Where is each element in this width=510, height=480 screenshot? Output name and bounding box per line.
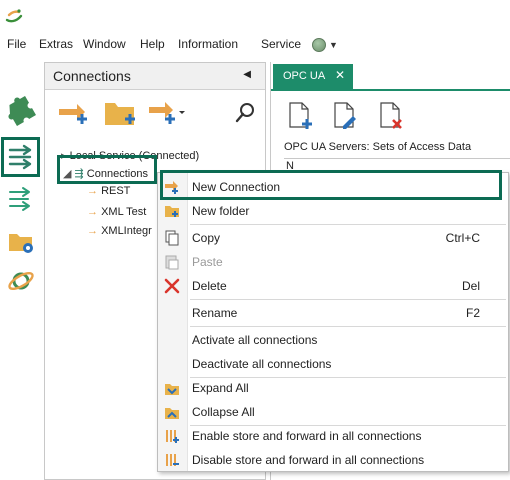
search-icon[interactable] bbox=[225, 97, 265, 129]
app-logo-icon bbox=[5, 9, 23, 23]
menu-separator bbox=[190, 326, 506, 327]
copy-icon bbox=[165, 230, 179, 246]
menu-file[interactable]: File bbox=[7, 37, 26, 51]
menu-service[interactable]: Service bbox=[261, 37, 301, 51]
menu-item-label: Copy bbox=[192, 231, 221, 245]
menu-item-rename[interactable]: Rename F2 bbox=[158, 301, 508, 325]
access-data-grid[interactable]: N bbox=[284, 158, 510, 172]
add-document-icon[interactable] bbox=[284, 100, 316, 132]
menu-item-activate-all[interactable]: Activate all connections bbox=[158, 328, 508, 352]
tree-group-label: Connections bbox=[86, 168, 148, 180]
menu-item-label: New folder bbox=[192, 204, 250, 218]
menu-item-shortcut: Ctrl+C bbox=[445, 231, 480, 245]
menu-item-label: Expand All bbox=[192, 381, 249, 395]
menu-item-new-connection[interactable]: New Connection bbox=[158, 175, 508, 199]
edit-document-icon[interactable] bbox=[329, 100, 361, 132]
tab-opc-ua[interactable]: OPC UA ✕ bbox=[273, 64, 353, 89]
new-folder-icon bbox=[165, 206, 179, 217]
delete-icon bbox=[164, 278, 180, 294]
service-dropdown-icon[interactable]: ▼ bbox=[329, 40, 338, 50]
routing-icon[interactable] bbox=[6, 184, 36, 214]
tree-item-label: REST bbox=[101, 185, 131, 197]
close-tab-icon[interactable]: ✕ bbox=[335, 68, 345, 82]
disable-store-forward-icon bbox=[166, 454, 179, 466]
menu-separator bbox=[190, 224, 506, 225]
menu-window[interactable]: Window bbox=[83, 37, 126, 51]
orbit-icon[interactable] bbox=[6, 266, 36, 296]
new-folder-icon[interactable] bbox=[101, 97, 141, 129]
menu-item-new-folder[interactable]: New folder bbox=[158, 199, 508, 223]
grid-header-cell: N bbox=[286, 160, 294, 172]
menu-information[interactable]: Information bbox=[178, 37, 238, 51]
new-connection-icon bbox=[165, 181, 178, 194]
menu-item-enable-store-forward[interactable]: Enable store and forward in all connecti… bbox=[158, 424, 508, 448]
tab-strip bbox=[271, 89, 510, 91]
menu-extras[interactable]: Extras bbox=[39, 37, 73, 51]
menu-item-label: Activate all connections bbox=[192, 333, 318, 347]
enable-store-forward-icon bbox=[166, 430, 179, 443]
menu-item-label: Disable store and forward in all connect… bbox=[192, 453, 425, 467]
tree-item-label: XMLIntegr bbox=[101, 225, 152, 237]
expand-all-icon bbox=[165, 384, 179, 395]
collapse-all-icon bbox=[165, 408, 179, 419]
menu-item-disable-store-forward[interactable]: Disable store and forward in all connect… bbox=[158, 448, 508, 472]
menu-item-delete[interactable]: Delete Del bbox=[158, 274, 508, 298]
tree-root-label: Local Service (Connected) bbox=[69, 150, 200, 162]
tree-item-xml-test[interactable]: → XML Test bbox=[87, 206, 146, 218]
context-menu: New Connection New folder Copy Ctrl+C Pa… bbox=[157, 172, 509, 472]
menu-item-copy[interactable]: Copy Ctrl+C bbox=[158, 226, 508, 250]
menu-item-expand-all[interactable]: Expand All bbox=[158, 376, 508, 400]
tab-label: OPC UA bbox=[283, 70, 326, 82]
new-connection-icon[interactable] bbox=[55, 97, 95, 129]
left-selected-highlight bbox=[1, 137, 40, 177]
paste-icon bbox=[165, 255, 179, 270]
tree-item-label: XML Test bbox=[101, 206, 147, 218]
tree-item-xml-integr[interactable]: → XMLIntegr bbox=[87, 225, 152, 237]
tree-item-rest[interactable]: → REST bbox=[87, 185, 130, 197]
service-status-indicator[interactable] bbox=[312, 38, 326, 52]
connections-panel-header: Connections ◀ bbox=[45, 63, 265, 90]
add-dropdown-icon[interactable] bbox=[147, 97, 187, 129]
menu-bar: File Extras Window Help Information Serv… bbox=[0, 32, 510, 58]
menu-item-shortcut: Del bbox=[461, 279, 480, 293]
menu-separator bbox=[190, 299, 506, 300]
menu-item-paste[interactable]: Paste bbox=[158, 250, 508, 274]
menu-item-label: New Connection bbox=[192, 180, 281, 194]
panel-title: Connections bbox=[53, 68, 131, 84]
left-sidebar bbox=[0, 58, 44, 480]
menu-item-collapse-all[interactable]: Collapse All bbox=[158, 400, 508, 424]
delete-document-icon[interactable] bbox=[375, 100, 407, 132]
menu-item-label: Enable store and forward in all connecti… bbox=[192, 429, 422, 443]
puzzle-icon[interactable] bbox=[6, 96, 36, 126]
menu-item-label: Collapse All bbox=[192, 405, 255, 419]
access-data-heading: OPC UA Servers: Sets of Access Data bbox=[284, 141, 472, 153]
menu-item-shortcut: F2 bbox=[465, 306, 480, 320]
menu-item-label: Paste bbox=[192, 255, 223, 269]
collapse-panel-icon[interactable]: ◀ bbox=[243, 69, 251, 80]
title-bar bbox=[0, 0, 510, 32]
menu-item-label: Rename bbox=[192, 306, 238, 320]
tree-root[interactable]: ▸ Local Service (Connected) bbox=[61, 149, 199, 162]
menu-item-label: Delete bbox=[192, 279, 227, 293]
menu-item-label: Deactivate all connections bbox=[192, 357, 332, 371]
menu-help[interactable]: Help bbox=[140, 37, 165, 51]
tree-connections-group[interactable]: ◢ ⇶ Connections bbox=[63, 167, 148, 180]
settings-folder-icon[interactable] bbox=[6, 226, 36, 256]
menu-item-deactivate-all[interactable]: Deactivate all connections bbox=[158, 352, 508, 376]
